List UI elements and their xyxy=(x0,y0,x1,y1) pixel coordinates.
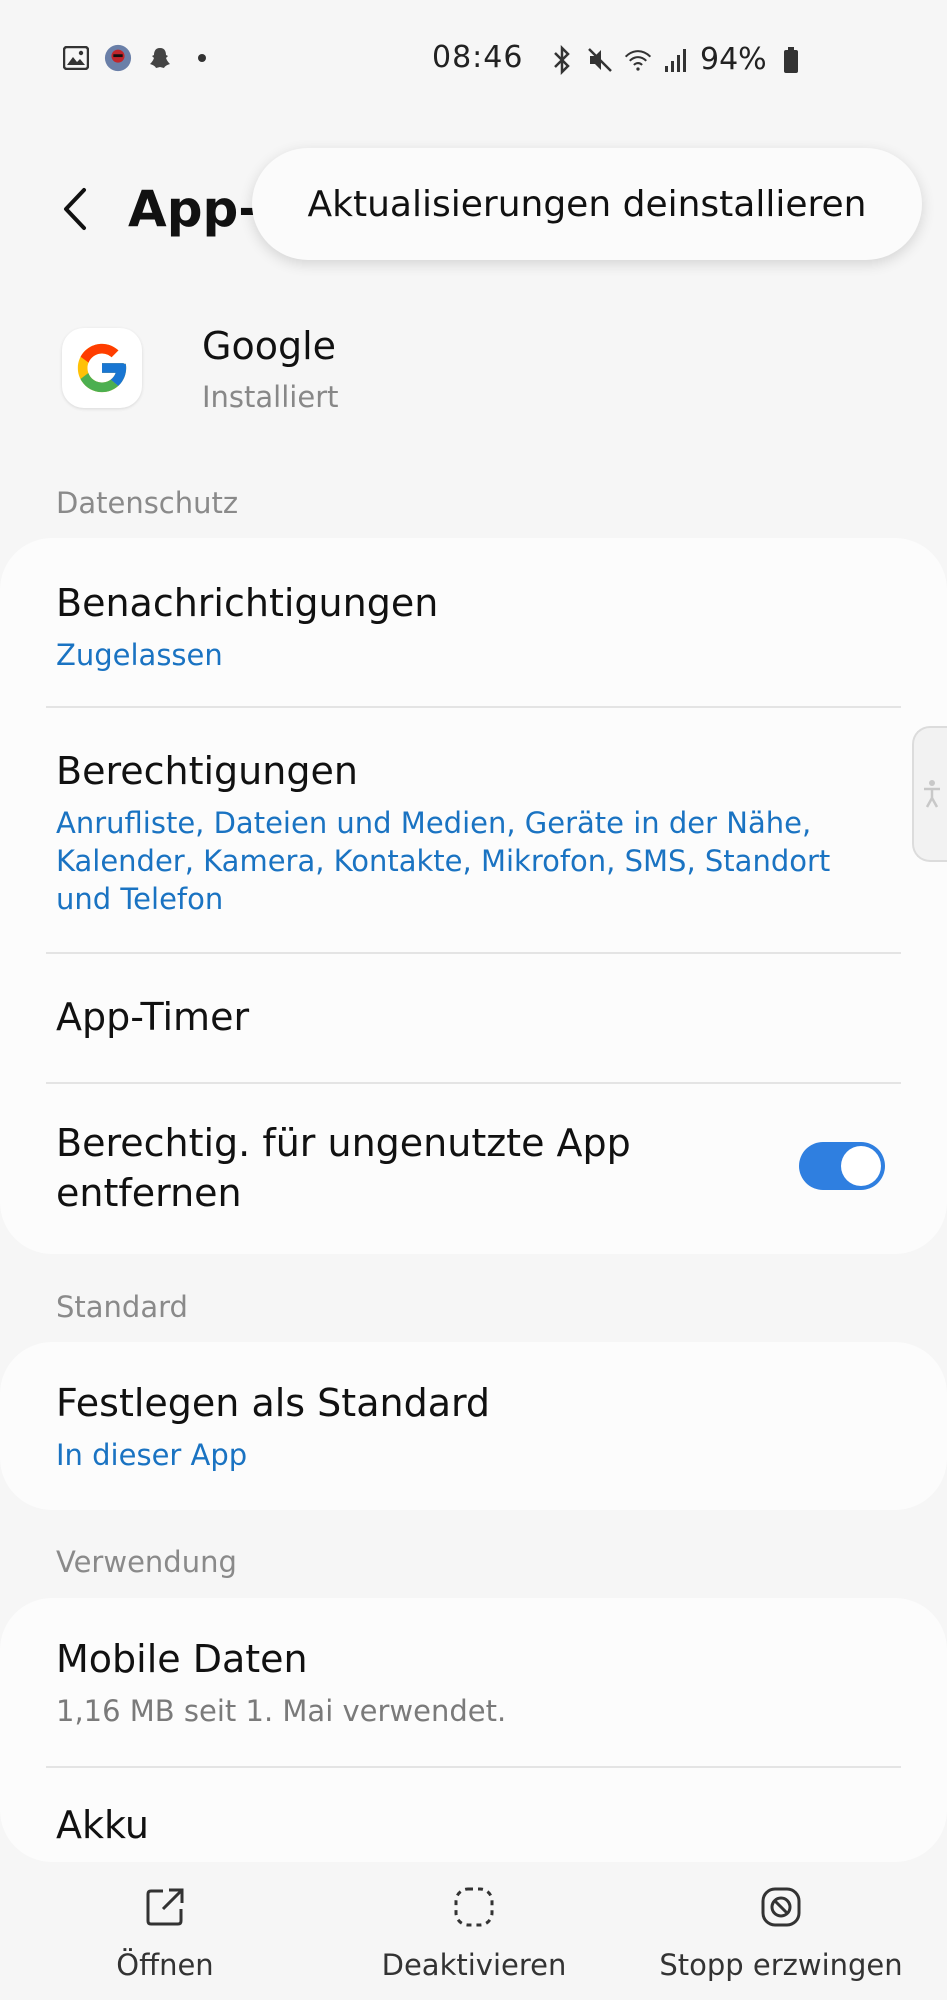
divider xyxy=(46,1082,901,1084)
snapchat-icon xyxy=(146,44,174,72)
permissions-item[interactable]: Berechtigungen Anrufliste, Dateien und M… xyxy=(56,746,891,918)
avatar-icon xyxy=(104,44,132,72)
section-title-privacy: Datenschutz xyxy=(56,486,239,520)
accessibility-icon xyxy=(923,780,940,808)
open-button[interactable]: Öffnen xyxy=(70,1862,260,1992)
set-default-value: In dieser App xyxy=(56,1438,248,1472)
force-stop-icon xyxy=(754,1880,808,1934)
mobile-data-item[interactable]: Mobile Daten 1,16 MB seit 1. Mai verwend… xyxy=(56,1634,891,1730)
bottom-action-bar: Öffnen Deaktivieren Stopp erzwingen xyxy=(0,1862,947,2000)
bluetooth-icon xyxy=(548,44,576,75)
divider xyxy=(46,706,901,708)
remove-permissions-item[interactable]: Berechtig. für ungenutzte App entfernen xyxy=(56,1118,747,1218)
battery-title: Akku xyxy=(56,1803,149,1847)
force-stop-button[interactable]: Stopp erzwingen xyxy=(658,1862,904,1992)
section-title-default: Standard xyxy=(56,1290,188,1324)
battery-item[interactable]: Akku xyxy=(56,1800,891,1850)
disable-label: Deaktivieren xyxy=(381,1948,567,1982)
notifications-item[interactable]: Benachrichtigungen Zugelassen xyxy=(56,578,891,674)
battery-icon xyxy=(777,46,805,74)
wifi-icon xyxy=(624,46,652,74)
app-timer-item[interactable]: App-Timer xyxy=(56,992,891,1042)
mobile-data-value: 1,16 MB seit 1. Mai verwendet. xyxy=(56,1694,507,1728)
set-default-item[interactable]: Festlegen als Standard In dieser App xyxy=(56,1378,891,1474)
remove-permissions-title: Berechtig. für ungenutzte App entfernen xyxy=(56,1121,631,1215)
dot-icon xyxy=(188,44,216,72)
force-stop-label: Stopp erzwingen xyxy=(659,1948,903,1982)
mobile-data-title: Mobile Daten xyxy=(56,1637,308,1681)
divider xyxy=(46,952,901,954)
gallery-icon xyxy=(62,44,90,72)
disable-icon xyxy=(447,1880,501,1934)
status-time: 08:46 xyxy=(432,40,524,75)
permissions-value: Anrufliste, Dateien und Medien, Geräte i… xyxy=(56,806,831,916)
open-external-icon xyxy=(138,1880,192,1934)
signal-icon xyxy=(662,46,690,74)
google-g-icon xyxy=(62,328,142,408)
remove-permissions-toggle[interactable] xyxy=(799,1142,885,1190)
back-arrow-icon xyxy=(64,188,86,230)
status-bar-notifications xyxy=(62,44,216,72)
divider xyxy=(46,1766,901,1768)
uninstall-updates-menu-item[interactable]: Aktualisierungen deinstallieren xyxy=(252,148,922,260)
battery-percent: 94% xyxy=(700,42,767,77)
disable-button[interactable]: Deaktivieren xyxy=(368,1862,580,1992)
app-timer-title: App-Timer xyxy=(56,995,250,1039)
set-default-title: Festlegen als Standard xyxy=(56,1381,491,1425)
usage-card: Mobile Daten 1,16 MB seit 1. Mai verwend… xyxy=(0,1598,947,1862)
notifications-value: Zugelassen xyxy=(56,638,223,672)
mute-icon xyxy=(586,46,614,74)
privacy-card: Benachrichtigungen Zugelassen Berechtigu… xyxy=(0,538,947,1254)
notifications-title: Benachrichtigungen xyxy=(56,581,439,625)
default-card: Festlegen als Standard In dieser App xyxy=(0,1342,947,1510)
permissions-title: Berechtigungen xyxy=(56,749,358,793)
status-bar: 08:46 94% xyxy=(0,0,947,110)
app-info-header: Google Installiert xyxy=(0,320,947,430)
app-install-status: Installiert xyxy=(202,380,339,414)
toggle-knob xyxy=(841,1146,881,1186)
open-label: Öffnen xyxy=(116,1948,214,1982)
edge-panel-handle[interactable] xyxy=(912,726,947,862)
section-title-usage: Verwendung xyxy=(56,1545,237,1579)
back-button[interactable] xyxy=(50,184,100,234)
status-bar-system: 94% xyxy=(548,42,805,77)
app-name: Google xyxy=(202,324,337,368)
